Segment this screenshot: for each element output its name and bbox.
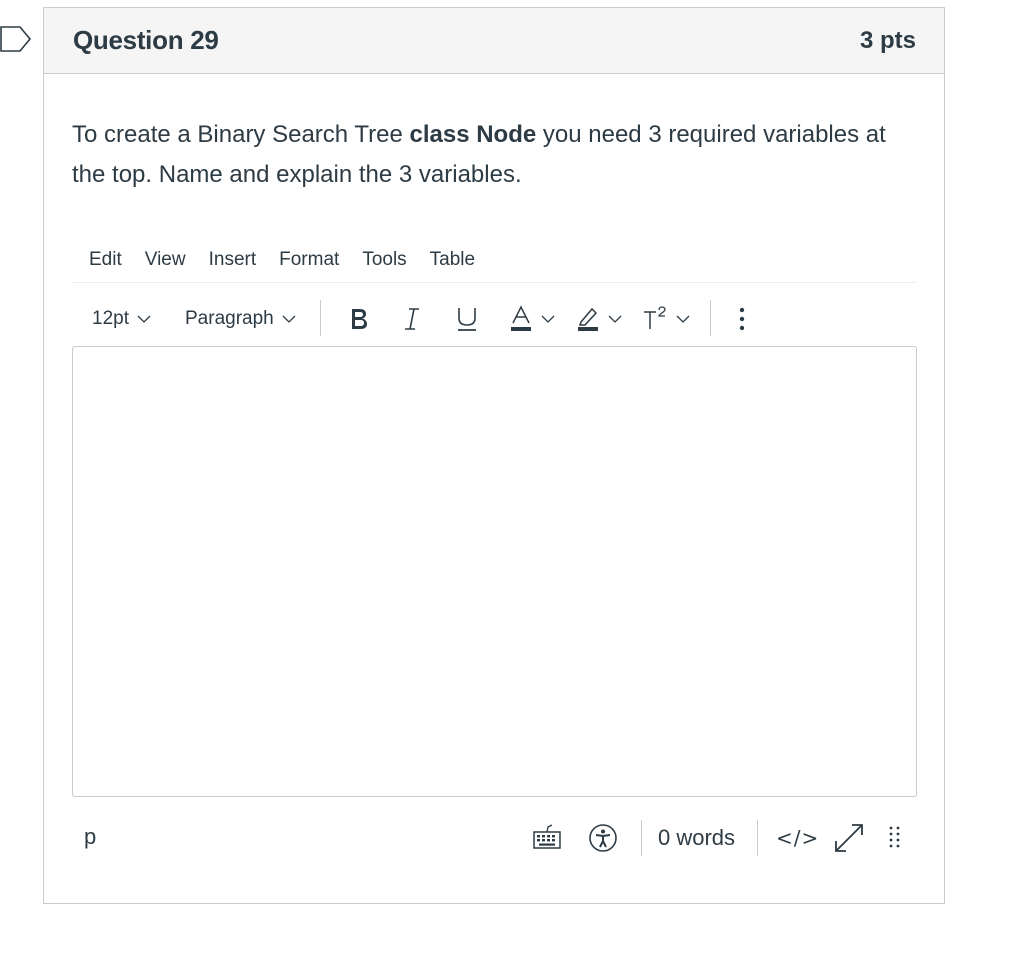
block-format-value: Paragraph xyxy=(185,308,274,329)
keyboard-icon xyxy=(533,824,561,849)
text-color-icon xyxy=(511,305,531,331)
question-card: Question 29 3 pts To create a Binary Sea… xyxy=(43,7,945,904)
editor-toolbar: 12pt Paragraph xyxy=(72,290,917,348)
chevron-down-icon xyxy=(608,315,622,323)
fullscreen-button[interactable] xyxy=(832,816,866,860)
menu-view[interactable]: View xyxy=(145,249,186,271)
text-color-button[interactable] xyxy=(509,290,555,348)
statusbar-separator xyxy=(757,820,758,856)
keyboard-shortcuts-button[interactable] xyxy=(532,816,562,860)
question-text-bold: class Node xyxy=(409,121,537,148)
html-toggle-label: </> xyxy=(776,826,820,850)
chevron-down-icon xyxy=(676,315,690,323)
question-text: To create a Binary Search Tree class Nod… xyxy=(72,115,922,195)
bold-button[interactable] xyxy=(348,290,370,348)
chevron-down-icon xyxy=(541,315,555,323)
menu-edit[interactable]: Edit xyxy=(89,249,122,271)
font-size-select[interactable]: 12pt xyxy=(92,290,151,348)
word-count-label: 0 words xyxy=(658,825,736,850)
italic-button[interactable] xyxy=(403,290,421,348)
question-header: Question 29 3 pts xyxy=(44,8,944,74)
menu-insert[interactable]: Insert xyxy=(209,249,257,271)
highlight-color-button[interactable] xyxy=(576,290,622,348)
html-editor-toggle[interactable]: </> xyxy=(776,816,819,860)
superscript-icon xyxy=(644,306,666,329)
question-points: 3 pts xyxy=(859,26,916,54)
resize-handle[interactable] xyxy=(888,816,902,860)
question-title: Question 29 xyxy=(73,25,219,55)
editor-statusbar: p 0 words </> xyxy=(72,816,917,860)
flag-question-icon[interactable] xyxy=(0,26,32,52)
block-format-select[interactable]: Paragraph xyxy=(185,290,296,348)
accessibility-checker-button[interactable] xyxy=(588,816,618,860)
menu-table[interactable]: Table xyxy=(430,249,475,271)
underline-button[interactable] xyxy=(455,290,479,348)
question-text-part: To create a Binary Search Tree xyxy=(72,121,410,148)
menu-tools[interactable]: Tools xyxy=(362,249,406,271)
menu-format[interactable]: Format xyxy=(279,249,339,271)
font-size-value: 12pt xyxy=(92,308,129,329)
resize-grip-icon xyxy=(889,826,900,848)
underline-icon xyxy=(458,308,476,331)
fullscreen-icon xyxy=(835,824,863,852)
more-icon xyxy=(739,307,745,331)
highlight-icon xyxy=(578,307,598,331)
word-count[interactable]: 0 words xyxy=(658,816,735,860)
answer-editor[interactable] xyxy=(72,346,917,797)
chevron-down-icon xyxy=(137,315,151,323)
bold-icon xyxy=(352,309,367,329)
editor-menubar: Edit View Insert Format Tools Table xyxy=(72,238,917,283)
statusbar-separator xyxy=(641,820,642,856)
toolbar-separator xyxy=(710,300,711,336)
chevron-down-icon xyxy=(282,315,296,323)
toolbar-separator xyxy=(320,300,321,336)
more-options-button[interactable] xyxy=(736,290,748,348)
element-path[interactable]: p xyxy=(84,824,96,850)
accessibility-icon xyxy=(589,824,617,852)
superscript-button[interactable] xyxy=(642,290,690,348)
italic-icon xyxy=(405,308,419,330)
